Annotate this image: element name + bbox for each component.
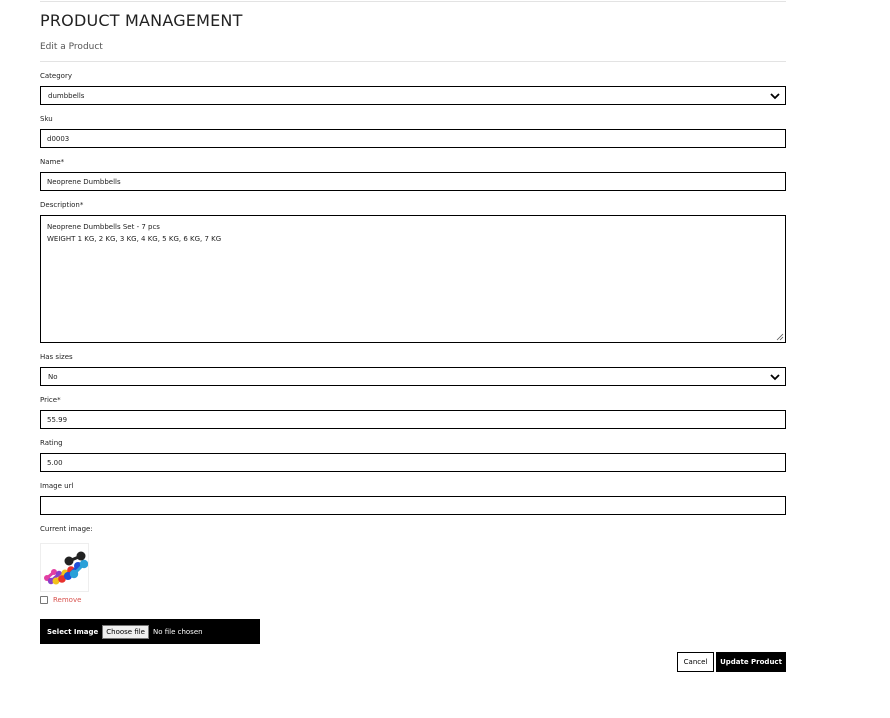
dumbbells-image <box>44 551 88 585</box>
remove-image-row: Remove <box>40 596 81 604</box>
description-textarea[interactable]: Neoprene Dumbbells Set - 7 pcs WEIGHT 1 … <box>40 215 786 343</box>
price-label: Price* <box>40 396 61 404</box>
name-input[interactable]: Neoprene Dumbbells <box>40 172 786 191</box>
current-image-label: Current image: <box>40 525 93 533</box>
category-select[interactable]: dumbbells <box>40 86 786 105</box>
resize-handle-icon[interactable] <box>776 333 784 341</box>
choose-file-button[interactable]: Choose file <box>102 624 149 639</box>
description-line: Neoprene Dumbbells Set - 7 pcs <box>47 223 160 231</box>
remove-image-label[interactable]: Remove <box>53 596 81 604</box>
has-sizes-label: Has sizes <box>40 353 73 361</box>
cancel-button[interactable]: Cancel <box>677 652 714 672</box>
chevron-down-icon <box>770 92 780 99</box>
description-label: Description* <box>40 201 84 209</box>
top-divider <box>40 1 786 2</box>
image-url-input[interactable] <box>40 496 786 515</box>
file-status: No file chosen <box>152 627 203 636</box>
category-select-value: dumbbells <box>48 91 85 100</box>
name-input-value: Neoprene Dumbbells <box>47 177 121 186</box>
sku-input[interactable]: d0003 <box>40 129 786 148</box>
page-subtitle: Edit a Product <box>40 42 103 52</box>
has-sizes-select-value: No <box>48 372 58 381</box>
name-label: Name* <box>40 158 65 166</box>
update-product-button[interactable]: Update Product <box>716 652 786 672</box>
remove-image-checkbox[interactable] <box>40 596 48 604</box>
description-line: WEIGHT 1 KG, 2 KG, 3 KG, 4 KG, 5 KG, 6 K… <box>47 235 222 243</box>
rating-label: Rating <box>40 439 63 447</box>
price-input-value: 55.99 <box>47 415 68 424</box>
has-sizes-select[interactable]: No <box>40 367 786 386</box>
product-thumbnail <box>40 543 89 592</box>
sku-label: Sku <box>40 115 53 123</box>
select-image-label: Select Image <box>47 627 99 636</box>
image-url-label: Image url <box>40 482 74 490</box>
sku-input-value: d0003 <box>47 134 70 143</box>
price-input[interactable]: 55.99 <box>40 410 786 429</box>
rating-input-value: 5.00 <box>47 458 63 467</box>
category-label: Category <box>40 72 72 80</box>
rating-input[interactable]: 5.00 <box>40 453 786 472</box>
chevron-down-icon <box>770 373 780 380</box>
select-image-bar: Select Image Choose file No file chosen <box>40 619 260 644</box>
page-title: PRODUCT MANAGEMENT <box>40 11 243 30</box>
subtitle-divider <box>40 61 786 62</box>
